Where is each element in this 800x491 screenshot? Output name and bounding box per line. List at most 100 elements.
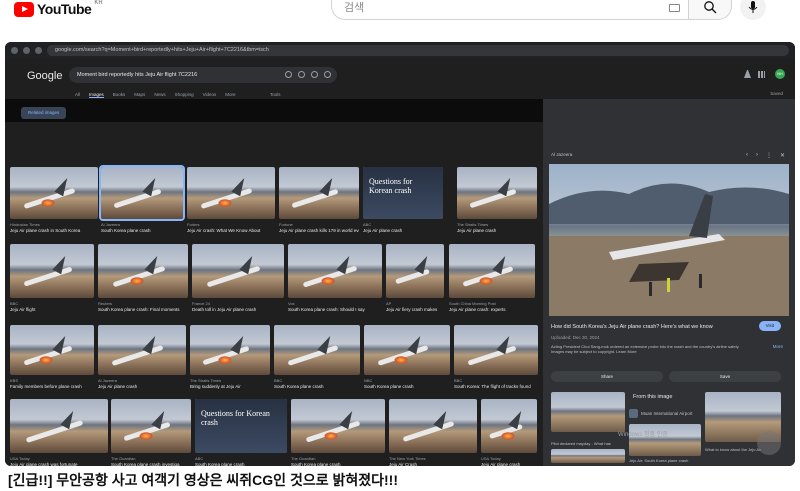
search-icon[interactable] xyxy=(324,71,331,78)
result-source[interactable]: The Guardian xyxy=(111,456,135,461)
close-icon[interactable]: ✕ xyxy=(780,152,785,159)
result-source[interactable]: Vox xyxy=(288,301,295,306)
image-result-thumb[interactable]: Questions for Korean crash xyxy=(363,167,443,219)
avatar[interactable]: NH xyxy=(775,69,785,79)
result-source[interactable]: NBC xyxy=(364,378,372,383)
image-result-thumb[interactable] xyxy=(10,244,94,298)
result-source[interactable]: The Guardian xyxy=(291,456,315,461)
tab-shopping[interactable]: Shopping xyxy=(175,92,194,98)
image-result-thumb[interactable] xyxy=(279,167,359,219)
result-title[interactable]: Jeju Air plane crash xyxy=(481,462,537,466)
result-title[interactable]: Jeju Air plane crash xyxy=(98,384,186,389)
search-button[interactable] xyxy=(688,0,732,20)
image-result-thumb[interactable] xyxy=(291,399,385,453)
back-icon[interactable] xyxy=(11,47,18,54)
tools-button[interactable]: Tools xyxy=(270,92,281,97)
next-icon[interactable]: › xyxy=(756,152,758,159)
result-source[interactable]: Forbes xyxy=(187,222,199,227)
related-thumb[interactable] xyxy=(551,392,625,432)
result-source[interactable]: BBC xyxy=(454,378,462,383)
image-result-thumb[interactable] xyxy=(454,325,538,375)
result-title[interactable]: Family members before plane crash xyxy=(10,384,94,389)
voice-search-button[interactable] xyxy=(740,0,766,20)
image-result-thumb[interactable] xyxy=(10,325,94,375)
result-title[interactable]: Jeju Air crash: What We Know About xyxy=(187,228,275,233)
clear-icon[interactable] xyxy=(285,71,292,78)
image-result-thumb[interactable] xyxy=(190,325,270,375)
google-search-input[interactable]: Moment bird reportedly hits Jeju Air fli… xyxy=(69,67,337,83)
result-source[interactable]: USA Today xyxy=(481,456,501,461)
address-bar[interactable]: google.com/search?q=Moment+bird+reported… xyxy=(47,45,789,56)
result-title[interactable]: South Korea plane crash xyxy=(364,384,450,389)
result-title[interactable]: Jeju Air Crash xyxy=(389,462,477,466)
result-title[interactable]: South Korea plane crash: Should I say xyxy=(288,307,382,312)
result-source[interactable]: BBC xyxy=(10,301,18,306)
result-title[interactable]: Jeju Air plane crash was fortunate xyxy=(10,462,108,466)
result-source[interactable]: BBC xyxy=(274,378,282,383)
result-source[interactable]: AP xyxy=(386,301,391,306)
result-title[interactable]: South Korea plane crash investiga xyxy=(111,462,191,466)
related-thumb[interactable] xyxy=(551,449,625,463)
result-title[interactable]: South Korea: The flight of tracks found xyxy=(454,384,538,389)
prev-icon[interactable]: ‹ xyxy=(746,152,748,159)
mic-icon[interactable] xyxy=(298,71,305,78)
result-title[interactable]: Jeju Air plane crash xyxy=(457,228,537,233)
tab-books[interactable]: Books xyxy=(113,92,126,98)
search-input[interactable]: 검색 xyxy=(331,0,688,20)
share-button[interactable]: Share xyxy=(551,371,663,382)
related-images-chip[interactable]: Related images xyxy=(21,107,67,119)
image-result-thumb[interactable] xyxy=(481,399,537,453)
visit-button[interactable]: Visit xyxy=(758,321,781,331)
image-result-thumb[interactable] xyxy=(99,165,185,221)
image-result-thumb[interactable] xyxy=(386,244,444,298)
result-title[interactable]: South Korea plane crash xyxy=(195,462,287,466)
tab-videos[interactable]: Videos xyxy=(203,92,217,98)
result-title[interactable]: Jeju Air fiery crash makes xyxy=(386,307,444,312)
apps-icon[interactable] xyxy=(758,71,765,78)
result-source[interactable]: The Straits Times xyxy=(190,378,221,383)
panel-title[interactable]: How did South Korea's Jeju Air plane cra… xyxy=(551,324,713,330)
result-source[interactable]: France 24 xyxy=(192,301,210,306)
forward-icon[interactable] xyxy=(23,47,30,54)
preview-image[interactable] xyxy=(549,164,789,316)
panel-source[interactable]: Al Jazeera xyxy=(551,152,572,157)
image-result-thumb[interactable] xyxy=(111,399,191,453)
image-result-thumb[interactable] xyxy=(364,325,450,375)
result-source[interactable]: South China Morning Post xyxy=(449,301,496,306)
saved-button[interactable]: Saved xyxy=(770,91,783,96)
result-title[interactable]: South Korea plane crash: Final moments xyxy=(98,307,188,312)
result-title[interactable]: Jeju Air flight xyxy=(10,307,94,312)
result-source[interactable]: Al Jazeera xyxy=(98,378,117,383)
site-name[interactable]: Muan International Airport xyxy=(641,411,693,416)
lens-icon[interactable] xyxy=(311,71,318,78)
image-result-thumb[interactable] xyxy=(10,399,108,453)
video-player[interactable]: google.com/search?q=Moment+bird+reported… xyxy=(5,42,795,466)
tab-news[interactable]: News xyxy=(154,92,165,98)
tab-images[interactable]: Images xyxy=(89,92,104,98)
image-result-thumb[interactable] xyxy=(457,167,537,219)
result-source[interactable]: Fortune xyxy=(279,222,293,227)
more-link[interactable]: More xyxy=(773,344,783,349)
image-result-thumb[interactable] xyxy=(187,167,275,219)
result-title[interactable]: Jeju Air plane crash xyxy=(363,228,443,233)
image-result-thumb[interactable] xyxy=(98,244,188,298)
result-source[interactable]: The New York Times xyxy=(389,456,426,461)
result-source[interactable]: ABC xyxy=(195,456,203,461)
result-title[interactable]: Jeju Air plane crash in South Korea xyxy=(10,228,98,233)
image-result-thumb[interactable] xyxy=(10,167,98,219)
keyboard-icon[interactable] xyxy=(669,4,680,12)
google-logo[interactable]: Google xyxy=(27,70,62,82)
image-result-thumb[interactable] xyxy=(449,244,535,298)
result-title[interactable]: South Korea plane crash xyxy=(291,462,385,466)
image-result-thumb[interactable] xyxy=(389,399,477,453)
tab-maps[interactable]: Maps xyxy=(134,92,145,98)
youtube-logo[interactable]: YouTube KR xyxy=(14,0,103,17)
image-result-thumb[interactable] xyxy=(98,325,186,375)
reload-icon[interactable] xyxy=(35,47,42,54)
tab-more[interactable]: More xyxy=(225,92,235,98)
result-title[interactable]: South Korea plane crash xyxy=(101,228,183,233)
result-title[interactable]: Jeju Air plane crash kills 179 in world … xyxy=(279,228,359,233)
result-source[interactable]: ABC xyxy=(363,222,371,227)
result-source[interactable]: Al Jazeera xyxy=(101,222,120,227)
image-result-thumb[interactable]: Questions for Korean crash xyxy=(195,399,287,453)
